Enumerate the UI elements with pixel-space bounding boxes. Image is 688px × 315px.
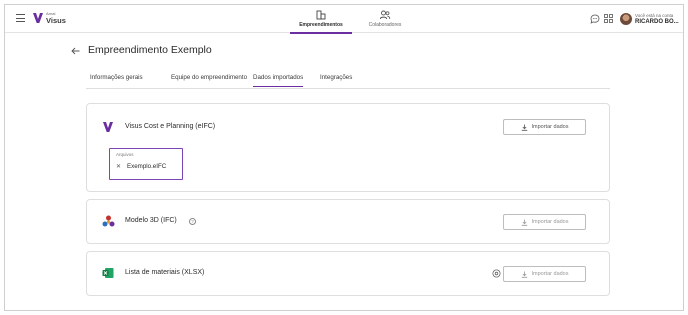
top-bar: Arnal Visus Empreendimentos Colaboradore… [5,5,683,34]
page-title: Empreendimento Exemplo [88,44,212,56]
account-name[interactable]: RICARDO BO... [635,19,679,25]
import-button-label: Importar dados [531,124,569,130]
tab-informacoes-gerais[interactable]: Informações gerais [90,74,143,81]
files-label: Arquivos [116,152,134,157]
nav-tab-empreendimentos[interactable]: Empreendimentos [290,5,352,34]
nav-tab-label: Colaboradores [368,22,402,28]
card-title: Lista de materiais (XLSX) [125,269,205,276]
import-card-ifc: Modelo 3D (IFC) ? Importar dados [86,199,610,244]
tab-integracoes[interactable]: Integrações [320,74,352,81]
back-arrow-icon[interactable] [71,47,80,55]
chat-icon[interactable] [590,14,600,24]
download-icon [521,219,527,226]
app-window: Arnal Visus Empreendimentos Colaboradore… [4,4,684,311]
download-icon [521,271,527,278]
nav-tab-colaboradores[interactable]: Colaboradores [357,5,413,33]
card-title: Visus Cost e Planning (eIFC) [125,123,216,130]
visus-logo-icon [103,122,113,132]
settings-icon[interactable] [492,269,501,278]
import-data-button[interactable]: Importar dados [503,119,586,135]
avatar[interactable] [620,13,632,25]
building-icon [316,10,326,20]
account-hint: Você está na conta [635,13,674,18]
remove-file-icon[interactable]: ✕ [116,163,121,170]
excel-icon [102,268,114,278]
card-title: Modelo 3D (IFC) [125,217,177,224]
import-button-label: Importar dados [531,219,569,225]
apps-grid-icon[interactable] [604,14,613,23]
brand-name: Visus [46,16,66,25]
file-name: Exemplo.eIFC [127,163,167,170]
nav-tab-label: Empreendimentos [299,22,343,28]
people-icon [379,10,391,20]
page-tabs: Informações gerais Equipe do empreendime… [86,67,610,89]
download-icon [521,124,527,131]
visus-logo-icon[interactable] [32,12,44,24]
import-data-button[interactable]: Importar dados [503,214,586,230]
hamburger-menu-icon[interactable] [16,14,25,22]
ifc-model-icon [102,215,115,227]
help-icon[interactable]: ? [189,218,196,225]
import-card-visus: Visus Cost e Planning (eIFC) Importar da… [86,103,610,192]
files-list: Arquivos ✕ Exemplo.eIFC [109,148,183,180]
tab-dados-importados[interactable]: Dados importados [253,74,304,87]
import-data-button[interactable]: Importar dados [503,266,586,282]
import-card-xlsx: Lista de materiais (XLSX) Importar dados [86,251,610,296]
tab-equipe-do-empreendimento[interactable]: Equipe do empreendimento [171,74,247,81]
import-button-label: Importar dados [531,271,569,277]
